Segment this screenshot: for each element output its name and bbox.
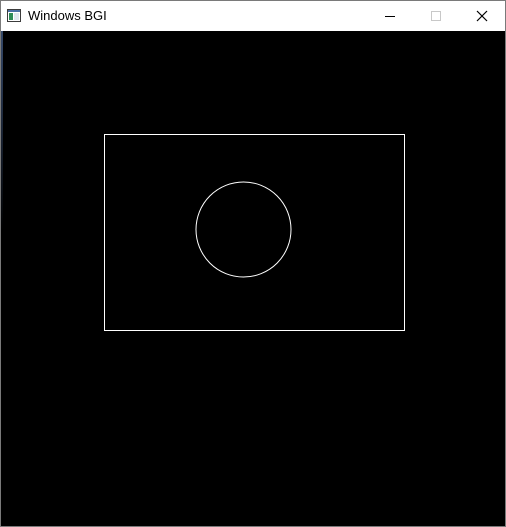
drawn-circle bbox=[195, 181, 292, 278]
minimize-icon bbox=[385, 16, 395, 17]
window-title: Windows BGI bbox=[28, 8, 107, 23]
graphics-canvas[interactable] bbox=[1, 31, 505, 526]
canvas-drawing bbox=[104, 134, 405, 331]
window-edge-accent bbox=[1, 31, 3, 231]
minimize-button[interactable] bbox=[367, 1, 413, 31]
bgi-window: Windows BGI bbox=[0, 0, 506, 527]
close-button[interactable] bbox=[459, 1, 505, 31]
title-bar[interactable]: Windows BGI bbox=[1, 1, 505, 31]
bgi-app-icon[interactable] bbox=[7, 9, 21, 22]
maximize-button[interactable] bbox=[413, 1, 459, 31]
drawn-rectangle bbox=[104, 134, 405, 331]
close-icon bbox=[476, 10, 488, 22]
maximize-icon bbox=[431, 11, 441, 21]
